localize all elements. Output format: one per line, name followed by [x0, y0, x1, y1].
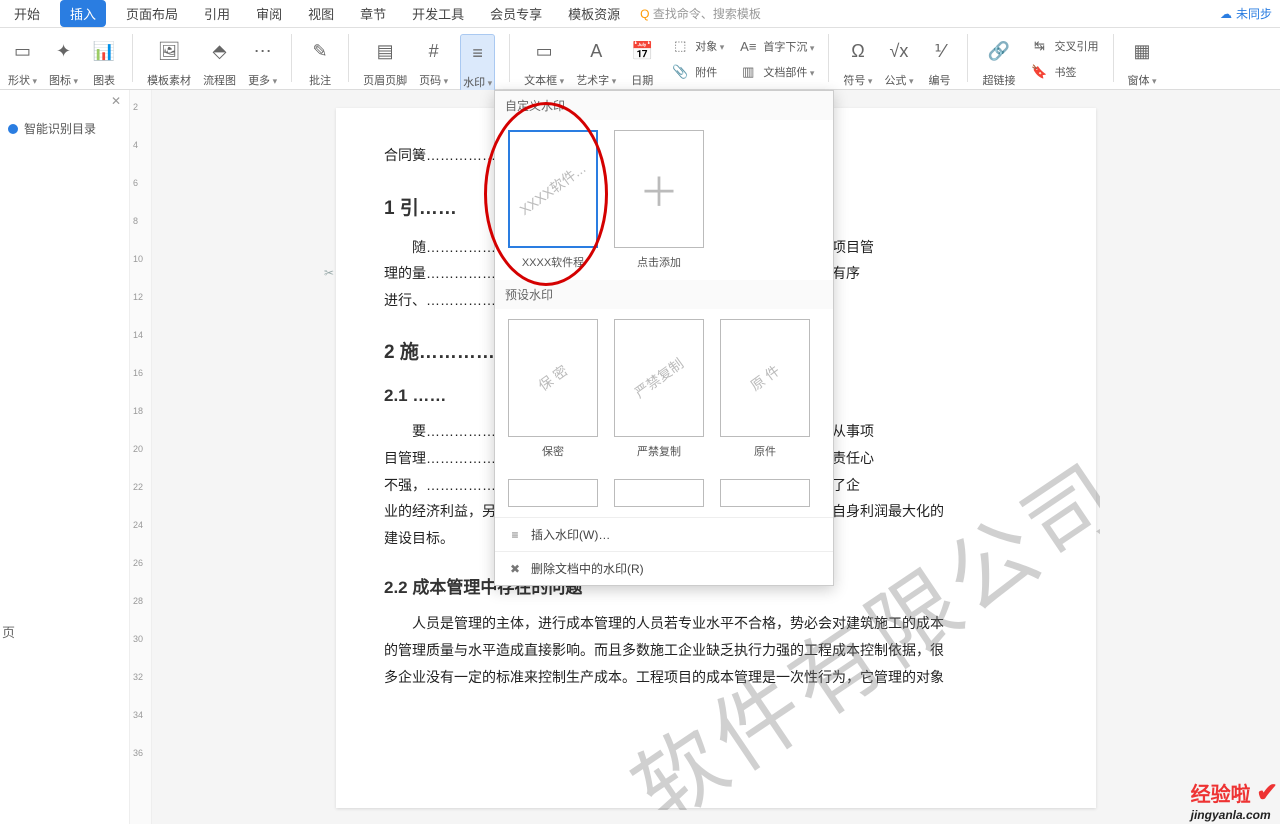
ribbon-chart[interactable]: 📊图表 [90, 34, 118, 88]
sync-status[interactable]: ☁ 未同步 [1220, 5, 1272, 22]
ribbon-number[interactable]: ⅟编号 [925, 34, 953, 88]
ribbon-docparts[interactable]: ▥ 文档部件 [736, 60, 814, 84]
ribbon-crossref[interactable]: ↹ 交叉引用 [1027, 34, 1098, 58]
object-icon: ⬚ [668, 34, 692, 58]
tab-devtools[interactable]: 开发工具 [406, 0, 470, 27]
wordart-icon: A [584, 39, 608, 63]
number-icon: ⅟ [927, 39, 951, 63]
ribbon-object[interactable]: ⬚ 对象 [668, 34, 724, 58]
ribbon-dropcap-parts: A≡ 首字下沉 ▥ 文档部件 [736, 34, 814, 84]
template-icon: 🖼 [157, 39, 181, 63]
icons-icon: ✦ [52, 39, 76, 63]
brand-logo: 经验啦 ✔ jingyanla.com [1191, 777, 1278, 822]
ribbon-object-attach: ⬚ 对象 📎 附件 [668, 34, 724, 84]
watermark-preset-confidential[interactable]: 保 密 保密 [505, 319, 601, 459]
link-icon: 🔗 [987, 39, 1011, 63]
headerfooter-icon: ▤ [373, 39, 397, 63]
ribbon-bookmark[interactable]: 🔖 书签 [1027, 60, 1076, 84]
attach-icon: 📎 [668, 60, 692, 84]
left-page-label: 页 [0, 620, 17, 643]
tab-pagelayout[interactable]: 页面布局 [120, 0, 184, 27]
outline-panel: ✕ 智能识别目录 页 [0, 90, 130, 824]
shapes-icon: ▭ [11, 39, 35, 63]
insert-watermark-icon: ≡ [507, 527, 523, 543]
ribbon-attachment[interactable]: 📎 附件 [668, 60, 717, 84]
smart-toc-item[interactable]: 智能识别目录 [4, 114, 125, 143]
ribbon-template-material[interactable]: 🖼模板素材 [147, 34, 191, 88]
ribbon: ▭形状 ✦图标 📊图表 🖼模板素材 ⬘流程图 ⋯更多 ✎批注 ▤页眉页脚 #页码… [0, 28, 1280, 90]
plus-icon: ＋ [639, 160, 679, 218]
doc-para: 人员是管理的主体，进行成本管理的人员若专业水平不合格，势必会对建筑施工的成本 [384, 610, 1048, 637]
ribbon-equation[interactable]: √x公式 [884, 34, 913, 88]
page-break-icon: ✂ [324, 266, 334, 280]
cloud-icon: ☁ [1220, 7, 1232, 21]
ribbon-flowchart[interactable]: ⬘流程图 [203, 34, 236, 88]
ribbon-textbox[interactable]: ▭文本框 [524, 34, 564, 88]
ribbon-wordart[interactable]: A艺术字 [576, 34, 616, 88]
ribbon-headerfooter[interactable]: ▤页眉页脚 [363, 34, 407, 88]
ribbon-form[interactable]: ▦窗体 [1128, 34, 1157, 88]
ribbon-watermark[interactable]: ≡水印 [460, 34, 495, 92]
doc-para: 的管理质量与水平造成直接影响。而且多数施工企业缺乏执行力强的工程成本控制依据，很 [384, 637, 1048, 664]
ribbon-symbol[interactable]: Ω符号 [843, 34, 872, 88]
watermark-preset-original[interactable]: 原 件 原件 [717, 319, 813, 459]
tab-insert[interactable]: 插入 [60, 0, 106, 27]
docparts-icon: ▥ [736, 60, 760, 84]
command-search[interactable]: Q 查找命令、搜索模板 [640, 5, 761, 22]
ribbon-crossref-bookmark: ↹ 交叉引用 🔖 书签 [1027, 34, 1098, 84]
watermark-preset-more3[interactable] [717, 479, 813, 507]
ribbon-more[interactable]: ⋯更多 [248, 34, 277, 88]
more-icon: ⋯ [251, 39, 275, 63]
close-icon[interactable]: ✕ [111, 94, 121, 108]
flowchart-icon: ⬘ [208, 39, 232, 63]
crossref-icon: ↹ [1027, 34, 1051, 58]
textbox-icon: ▭ [532, 39, 556, 63]
ribbon-icons[interactable]: ✦图标 [49, 34, 78, 88]
ribbon-dropcap[interactable]: A≡ 首字下沉 [736, 34, 814, 58]
tab-start[interactable]: 开始 [8, 0, 46, 27]
watermark-preset-more2[interactable] [611, 479, 707, 507]
vertical-ruler: 2 4 6 8 10 12 14 16 18 20 22 24 26 28 30… [130, 90, 152, 824]
chart-icon: 📊 [92, 39, 116, 63]
tab-chapter[interactable]: 章节 [354, 0, 392, 27]
tab-templates[interactable]: 模板资源 [562, 0, 626, 27]
watermark-preset-more1[interactable] [505, 479, 601, 507]
dropcap-icon: A≡ [736, 34, 760, 58]
search-icon: Q [640, 7, 649, 21]
tab-view[interactable]: 视图 [302, 0, 340, 27]
watermark-preset-nocopy[interactable]: 严禁复制 严禁复制 [611, 319, 707, 459]
form-icon: ▦ [1130, 39, 1154, 63]
watermark-dropdown: 自定义水印 XXXX软件... XXXX软件程 ＋ 点击添加 预设水印 保 密 … [494, 90, 834, 586]
dropdown-section-preset: 预设水印 [495, 280, 833, 309]
ribbon-shapes[interactable]: ▭形状 [8, 34, 37, 88]
ribbon-hyperlink[interactable]: 🔗超链接 [982, 34, 1015, 88]
ribbon-comment[interactable]: ✎批注 [306, 34, 334, 88]
remove-watermark-icon: ✖ [507, 561, 523, 577]
menu-remove-watermark[interactable]: ✖ 删除文档中的水印(R) [495, 551, 833, 585]
doc-para: 多企业没有一定的标准来控制生产成本。工程项目的成本管理是一次性行为，它管理的对象 [384, 664, 1048, 691]
dot-icon [8, 124, 18, 134]
watermark-thumb-add[interactable]: ＋ 点击添加 [611, 130, 707, 270]
symbol-icon: Ω [846, 39, 870, 63]
ribbon-date[interactable]: 📅日期 [628, 34, 656, 88]
comment-icon: ✎ [308, 39, 332, 63]
watermark-icon: ≡ [466, 41, 490, 65]
pagenumber-icon: # [422, 39, 446, 63]
menu-bar: 开始 插入 页面布局 引用 审阅 视图 章节 开发工具 会员专享 模板资源 Q … [0, 0, 1280, 28]
tab-vip[interactable]: 会员专享 [484, 0, 548, 27]
dropdown-section-custom: 自定义水印 [495, 91, 833, 120]
tab-review[interactable]: 审阅 [250, 0, 288, 27]
ribbon-pagenumber[interactable]: #页码 [419, 34, 448, 88]
bookmark-icon: 🔖 [1027, 60, 1051, 84]
menu-insert-watermark[interactable]: ≡ 插入水印(W)… [495, 517, 833, 551]
equation-icon: √x [887, 39, 911, 63]
date-icon: 📅 [630, 39, 654, 63]
check-icon: ✔ [1256, 777, 1278, 807]
watermark-thumb-custom[interactable]: XXXX软件... XXXX软件程 [505, 130, 601, 270]
tab-references[interactable]: 引用 [198, 0, 236, 27]
